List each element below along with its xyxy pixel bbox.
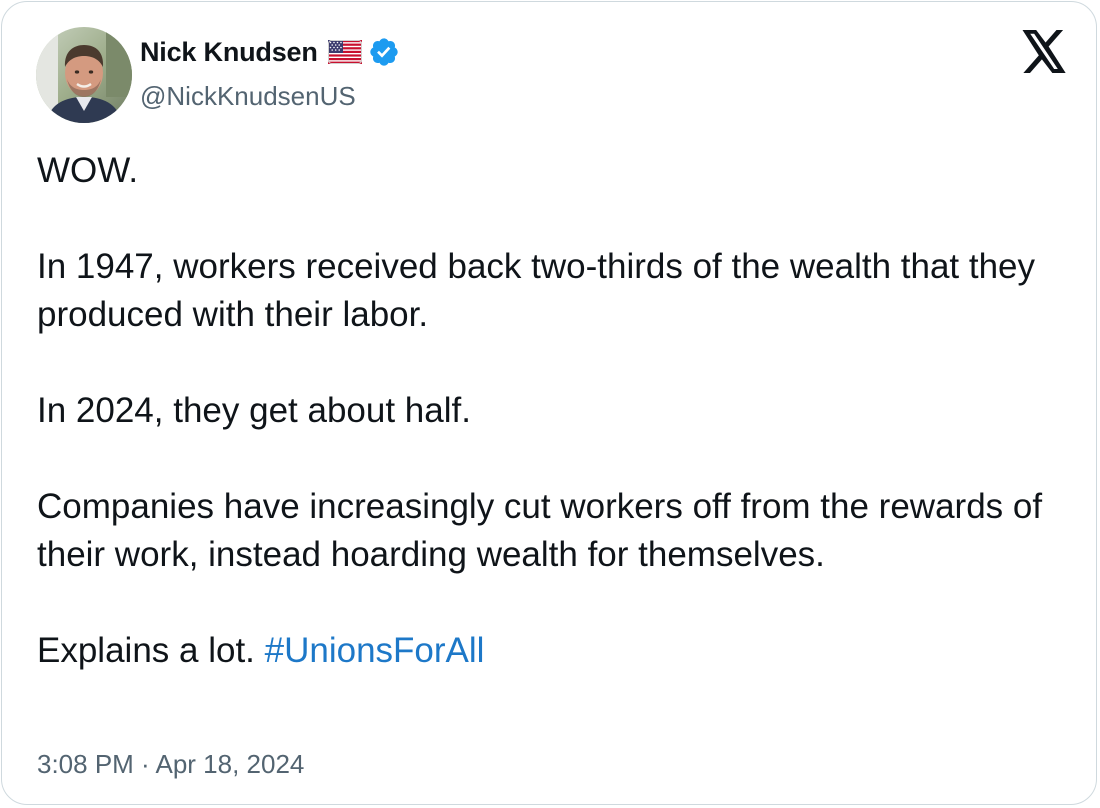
avatar[interactable] [36,27,132,123]
author-handle[interactable]: @NickKnudsenUS [140,78,356,114]
us-flag-icon [327,40,362,64]
author-name-row: Nick Knudsen [140,32,400,72]
tweet-timestamp[interactable]: 3:08 PM · Apr 18, 2024 [37,746,304,782]
tweet-text: WOW. In 1947, workers received back two-… [37,147,1067,675]
verified-badge-icon[interactable] [368,36,400,68]
tweet-card: Nick Knudsen @NickKnudsenUS WOW. In 1947… [1,1,1097,805]
x-logo-icon[interactable] [1020,30,1068,74]
tweet-final-paragraph: Explains a lot. #UnionsForAll [37,627,1067,675]
tweet-final-text: Explains a lot. [37,631,265,670]
tweet-paragraph: In 2024, they get about half. [37,391,471,430]
hashtag-link[interactable]: #UnionsForAll [265,631,485,670]
tweet-paragraph: In 1947, workers received back two-third… [37,247,1036,334]
tweet-paragraph: WOW. [37,151,139,190]
author-display-name[interactable]: Nick Knudsen [140,32,318,72]
tweet-paragraph: Companies have increasingly cut workers … [37,487,1043,574]
